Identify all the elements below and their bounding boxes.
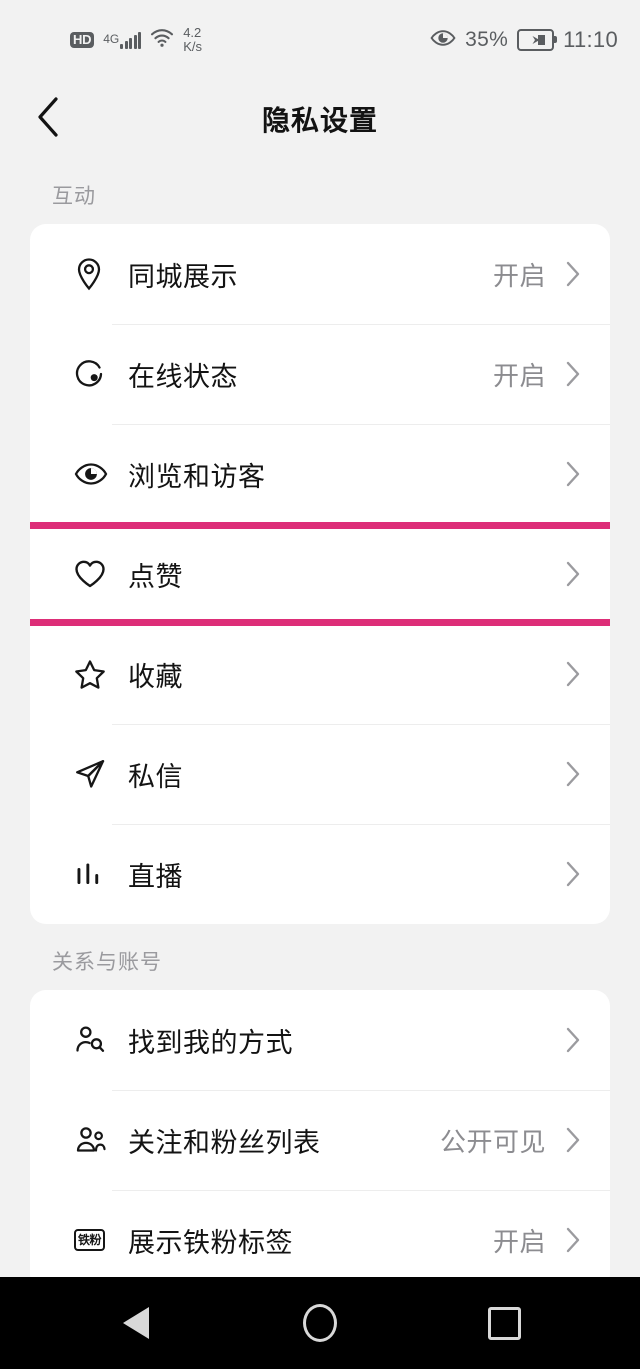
back-button[interactable] xyxy=(26,95,70,144)
nav-back-button[interactable] xyxy=(109,1296,163,1350)
chevron-right-icon xyxy=(562,460,584,488)
location-pin-icon xyxy=(74,257,120,291)
row-label: 浏览和访客 xyxy=(128,461,266,492)
row-label: 关注和粉丝列表 xyxy=(128,1127,321,1158)
status-bar-right: 35% 11:10 xyxy=(430,27,618,53)
chevron-right-icon xyxy=(562,1126,584,1154)
row-browsing-visitors[interactable]: 浏览和访客 xyxy=(30,424,610,524)
chevron-right-icon xyxy=(562,260,584,288)
online-status-icon xyxy=(74,358,120,390)
nav-home-circle-icon xyxy=(303,1304,337,1342)
section-label-relations-account: 关系与账号 xyxy=(52,951,162,974)
settings-card-interaction: 同城展示 开启 在线状态 开启 浏览和访客 点赞 收藏 私信 直播 xyxy=(30,224,610,924)
wifi-icon xyxy=(150,28,174,52)
row-direct-message[interactable]: 私信 xyxy=(30,724,610,824)
row-value: 开启 xyxy=(492,260,546,291)
row-nearby-display[interactable]: 同城展示 开启 xyxy=(30,224,610,324)
nav-home-button[interactable] xyxy=(293,1296,347,1350)
paper-plane-icon xyxy=(74,758,120,790)
battery-charging-icon xyxy=(517,29,558,51)
row-online-status[interactable]: 在线状态 开启 xyxy=(30,324,610,424)
row-label: 点赞 xyxy=(128,561,183,592)
hd-icon: HD xyxy=(70,31,95,49)
nav-recents-button[interactable] xyxy=(477,1296,531,1350)
row-live[interactable]: 直播 xyxy=(30,824,610,924)
back-chevron-icon xyxy=(35,95,61,144)
data-speed-indicator: 4.2 K/s xyxy=(183,26,202,53)
section-label-interaction: 互动 xyxy=(52,185,96,208)
nav-recents-square-icon xyxy=(487,1306,521,1340)
page-content: 隐私设置 互动 同城展示 开启 在线状态 开启 浏览和访客 点赞 收藏 私信 直… xyxy=(0,80,640,1277)
heart-icon xyxy=(74,559,120,589)
data-speed-unit: K/s xyxy=(183,39,202,54)
clock-label: 11:10 xyxy=(563,27,618,52)
row-show-superfan-badge[interactable]: 铁粉 展示铁粉标签 开启 xyxy=(30,1190,610,1277)
row-value: 公开可见 xyxy=(439,1126,546,1157)
row-label: 展示铁粉标签 xyxy=(128,1227,293,1258)
chevron-right-icon xyxy=(562,860,584,888)
network-type-indicator: 4G xyxy=(103,31,142,49)
row-label: 直播 xyxy=(128,861,183,892)
android-nav-bar xyxy=(0,1277,640,1369)
network-type-label: 4G xyxy=(103,31,120,46)
page-title: 隐私设置 xyxy=(261,105,378,136)
chevron-right-icon xyxy=(562,1026,584,1054)
chevron-right-icon xyxy=(562,760,584,788)
chevron-right-icon xyxy=(562,660,584,688)
row-value: 开启 xyxy=(492,1226,546,1257)
chevron-right-icon xyxy=(562,360,584,388)
signal-bars-icon xyxy=(120,31,142,49)
settings-card-relations: 找到我的方式 关注和粉丝列表 公开可见 铁粉 展示铁粉标签 开启 xyxy=(30,990,610,1277)
nav-back-triangle-icon xyxy=(123,1307,149,1339)
people-group-icon xyxy=(74,1125,120,1155)
eye-care-icon xyxy=(430,28,456,53)
row-label: 私信 xyxy=(128,761,183,792)
row-favorites[interactable]: 收藏 xyxy=(30,624,610,724)
battery-percent-label: 35% xyxy=(465,28,509,51)
status-bar: HD 4G 4.2 K/s 35% 11:10 xyxy=(0,0,640,80)
row-label: 收藏 xyxy=(128,661,183,692)
row-how-to-find-me[interactable]: 找到我的方式 xyxy=(30,990,610,1090)
row-label: 在线状态 xyxy=(128,361,238,392)
row-following-fans-list[interactable]: 关注和粉丝列表 公开可见 xyxy=(30,1090,610,1190)
data-speed-value: 4.2 xyxy=(183,25,202,41)
row-value: 开启 xyxy=(492,360,546,391)
tiefen-badge-icon: 铁粉 xyxy=(74,1229,120,1251)
row-label: 找到我的方式 xyxy=(128,1027,293,1058)
header-bar: 隐私设置 xyxy=(0,80,640,158)
chevron-right-icon xyxy=(562,560,584,588)
status-bar-left: HD 4G 4.2 K/s xyxy=(70,26,202,53)
row-likes[interactable]: 点赞 xyxy=(30,524,610,624)
row-label: 同城展示 xyxy=(128,261,238,292)
chevron-right-icon xyxy=(562,1226,584,1254)
eye-icon xyxy=(74,461,120,487)
star-icon xyxy=(74,659,120,690)
live-bars-icon xyxy=(74,860,120,888)
person-search-icon xyxy=(74,1024,120,1056)
tiefen-badge-label: 铁粉 xyxy=(74,1229,106,1251)
